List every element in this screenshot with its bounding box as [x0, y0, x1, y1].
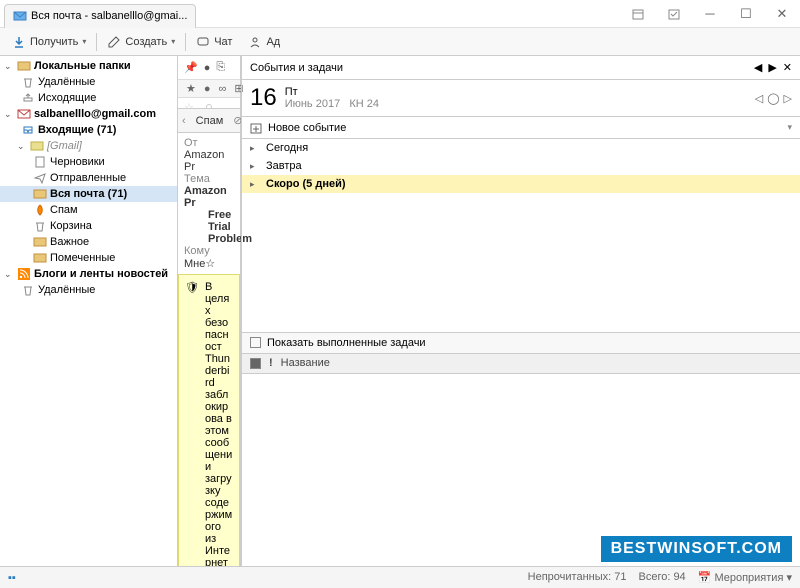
priority-column[interactable]: ! — [269, 357, 273, 369]
minimize-button[interactable]: ─ — [696, 4, 724, 24]
tab-title: Вся почта - salbanelllo@gmai... — [31, 10, 187, 22]
message-columns: ★ ● ∞ ⊞ — [178, 80, 240, 98]
pin-icon[interactable]: 📌 — [184, 61, 198, 74]
maximize-button[interactable]: ☐ — [732, 4, 760, 24]
panel-title: События и задачи — [250, 62, 343, 74]
shield-icon: 🛡 — [185, 281, 199, 581]
new-event-row[interactable]: Новое событие ▾ — [242, 117, 800, 139]
folder-gmail[interactable]: ⌄[Gmail] — [0, 138, 177, 154]
folder-important[interactable]: Важное — [0, 234, 177, 250]
remote-content-warning: 🛡 В целях безопасност Thunderbird заблок… — [178, 274, 240, 588]
folder-icon — [33, 236, 47, 248]
activity-icon[interactable]: ▪▪ — [8, 572, 16, 584]
tasks-header: Показать выполненные задачи — [242, 332, 800, 354]
day-of-week: Пт — [285, 86, 379, 98]
done-column[interactable] — [250, 358, 261, 369]
close-panel-icon[interactable]: ✕ — [783, 61, 792, 74]
download-icon — [12, 35, 26, 49]
folder-local[interactable]: ⌄Локальные папки — [0, 58, 177, 74]
active-tab[interactable]: Вся почта - salbanelllo@gmai... — [4, 4, 196, 28]
total-count: Всего: 94 — [638, 571, 685, 584]
date-display: 16 Пт Июнь 2017 КН 24 ◁◯▷ — [242, 80, 800, 117]
folder-blogs-deleted[interactable]: Удалённые — [0, 282, 177, 298]
star-column[interactable]: ★ — [186, 82, 196, 95]
folder-icon — [30, 140, 44, 152]
calendar-header: События и задачи ◀ ▶ ✕ — [242, 56, 800, 80]
mail-account-icon — [17, 108, 31, 120]
chat-icon — [196, 35, 210, 49]
mail-icon — [13, 9, 27, 23]
calendar-toggle-icon[interactable] — [624, 4, 652, 24]
sent-icon — [33, 172, 47, 184]
trash-icon — [21, 284, 35, 296]
message-list[interactable]: ☆ ☆ ☆ ☆ ☆ ☆ ☆ ☆ ☆ ☆ — [178, 98, 240, 108]
message-preview: От Amazon Pr Тема Amazon Pr Free Trial P… — [178, 132, 240, 274]
folder-icon — [33, 252, 47, 264]
folder-all-mail[interactable]: Вся почта (71) — [0, 186, 177, 202]
unread-count: Непрочитанных: 71 — [528, 571, 627, 584]
tasks-toggle-icon[interactable] — [660, 4, 688, 24]
today-icon[interactable]: ◯ — [767, 92, 779, 105]
folder-tree: ⌄Локальные папки Удалённые Исходящие ⌄sa… — [0, 56, 178, 588]
add-event-icon — [250, 122, 262, 134]
agenda-today[interactable]: ▸Сегодня — [242, 139, 800, 157]
agenda-tomorrow[interactable]: ▸Завтра — [242, 157, 800, 175]
receive-button[interactable]: Получить▾ — [6, 33, 92, 51]
outbox-icon — [21, 92, 35, 104]
folder-icon — [33, 188, 47, 200]
read-column[interactable]: ● — [204, 83, 211, 95]
close-button[interactable]: ✕ — [768, 4, 796, 24]
folder-local-deleted[interactable]: Удалённые — [0, 74, 177, 90]
next-icon[interactable]: ▶ — [768, 61, 776, 74]
folder-inbox[interactable]: Входящие (71) — [0, 122, 177, 138]
folder-drafts[interactable]: Черновики — [0, 154, 177, 170]
window-controls: ─ ☐ ✕ — [624, 4, 796, 24]
tasks-columns: ! Название — [242, 354, 800, 374]
status-bar: ▪▪ Непрочитанных: 71 Всего: 94 📅 Меропри… — [0, 566, 800, 588]
attach-column[interactable]: ∞ — [219, 83, 227, 95]
unread-filter-icon[interactable]: ● — [204, 62, 211, 74]
folder-local-outbox[interactable]: Исходящие — [0, 90, 177, 106]
addressbook-button[interactable]: Ад — [242, 33, 286, 51]
message-filter-bar: 📌 ● ⎘ — [178, 56, 240, 80]
folder-spam[interactable]: Спам — [0, 202, 177, 218]
agenda-list: ▸Сегодня ▸Завтра ▸Скоро (5 дней) — [242, 139, 800, 332]
compose-icon — [107, 35, 121, 49]
day-number: 16 — [250, 84, 277, 112]
trash-icon — [33, 220, 47, 232]
next-day-icon[interactable]: ▷ — [784, 92, 792, 105]
watermark: BESTWINSOFT.COM — [601, 536, 792, 562]
title-column[interactable]: Название — [281, 357, 330, 369]
message-pane: 📌 ● ⎘ ★ ● ∞ ⊞ ☆ ☆ ☆ ☆ ☆ ☆ ☆ ☆ ☆ ☆ ‹ Спам… — [178, 56, 241, 588]
folder-trash[interactable]: Корзина — [0, 218, 177, 234]
folder-sent[interactable]: Отправленные — [0, 170, 177, 186]
back-icon[interactable]: ‹ — [182, 115, 186, 127]
filter-icon[interactable]: ⎘ — [216, 61, 225, 74]
inbox-icon — [21, 124, 35, 136]
titlebar: Вся почта - salbanelllo@gmai... ─ ☐ ✕ — [0, 0, 800, 28]
events-status[interactable]: 📅 Мероприятия ▾ — [698, 571, 792, 584]
folder-icon — [17, 60, 31, 72]
spam-toolbar: ‹ Спам ⊘ — [178, 108, 240, 132]
calendar-panel: События и задачи ◀▶✕ 16 Пт Июнь 2017 КН … — [241, 56, 800, 588]
rss-icon — [17, 268, 31, 280]
spam-icon — [33, 204, 47, 216]
main-toolbar: Получить▾ Создать▾ Чат Ад — [0, 28, 800, 56]
drafts-icon — [33, 156, 47, 168]
chevron-down-icon[interactable]: ▾ — [787, 122, 792, 133]
prev-icon[interactable]: ◀ — [754, 61, 762, 74]
agenda-soon[interactable]: ▸Скоро (5 дней) — [242, 175, 800, 193]
chat-button[interactable]: Чат — [190, 33, 238, 51]
folder-blogs[interactable]: ⌄Блоги и ленты новостей — [0, 266, 177, 282]
prev-day-icon[interactable]: ◁ — [755, 92, 763, 105]
folder-account[interactable]: ⌄salbanelllo@gmail.com — [0, 106, 177, 122]
message-row[interactable]: ☆ — [178, 98, 240, 108]
person-icon — [248, 35, 262, 49]
show-done-checkbox[interactable] — [250, 337, 261, 348]
spam-button[interactable]: Спам — [190, 113, 230, 129]
folder-starred[interactable]: Помеченные — [0, 250, 177, 266]
create-button[interactable]: Создать▾ — [101, 33, 181, 51]
trash-icon — [21, 76, 35, 88]
